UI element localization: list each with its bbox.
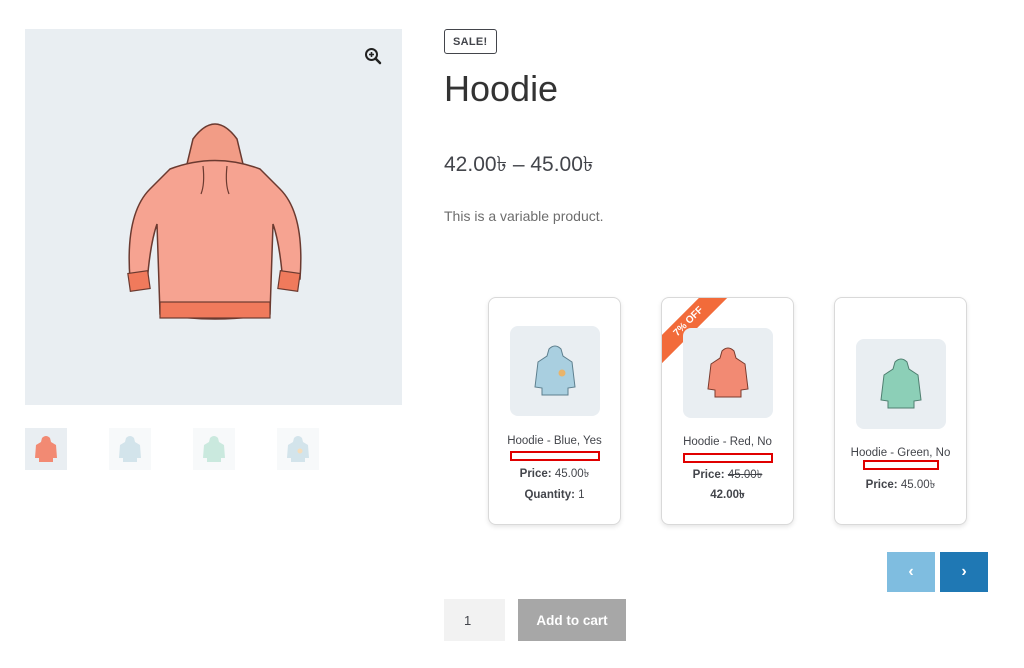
add-to-cart-button[interactable]: Add to cart: [518, 599, 626, 641]
variation-card-green[interactable]: Hoodie - Green, No Price: 45.00৳: [834, 297, 967, 525]
chevron-right-icon: ›: [961, 563, 967, 580]
variation-card-red[interactable]: 7% OFF Hoodie - Red, No Price: 45.00৳ 42…: [661, 297, 794, 525]
highlight-box: [509, 451, 600, 461]
variation-price: Price: 45.00৳: [692, 469, 763, 481]
zoom-icon[interactable]: [362, 45, 384, 67]
price-range: 42.00৳ – 45.00৳: [444, 153, 594, 176]
variation-image: [855, 339, 946, 429]
gallery-thumbnails: [25, 428, 319, 470]
highlight-box: [682, 453, 773, 463]
variation-image: [682, 328, 773, 418]
variation-sale-price: 42.00৳: [710, 489, 745, 501]
slider-next-button[interactable]: ›: [940, 552, 988, 592]
sale-badge: SALE!: [444, 29, 497, 54]
slider-prev-button[interactable]: ‹: [887, 552, 935, 592]
product-title: Hoodie: [444, 68, 559, 109]
thumbnail-red[interactable]: [25, 428, 67, 470]
variation-name: Hoodie - Blue, Yes: [507, 435, 602, 447]
variation-price: Price: 45.00৳: [865, 479, 936, 491]
variation-quantity: Quantity: 1: [524, 489, 585, 501]
variation-price: Price: 45.00৳: [519, 468, 590, 480]
chevron-left-icon: ‹: [908, 563, 914, 580]
quantity-input[interactable]: [444, 599, 505, 641]
variation-card-blue[interactable]: Hoodie - Blue, Yes Price: 45.00৳ Quantit…: [488, 297, 621, 525]
thumbnail-green[interactable]: [193, 428, 235, 470]
hoodie-illustration: [127, 123, 302, 320]
highlight-box: [862, 460, 939, 470]
variation-name: Hoodie - Green, No: [850, 447, 951, 459]
thumbnail-blue-logo[interactable]: [277, 428, 319, 470]
variation-image: [509, 326, 600, 416]
product-description: This is a variable product.: [444, 208, 604, 224]
variation-name: Hoodie - Red, No: [683, 436, 772, 448]
product-main-image[interactable]: [25, 29, 402, 405]
thumbnail-blue[interactable]: [109, 428, 151, 470]
